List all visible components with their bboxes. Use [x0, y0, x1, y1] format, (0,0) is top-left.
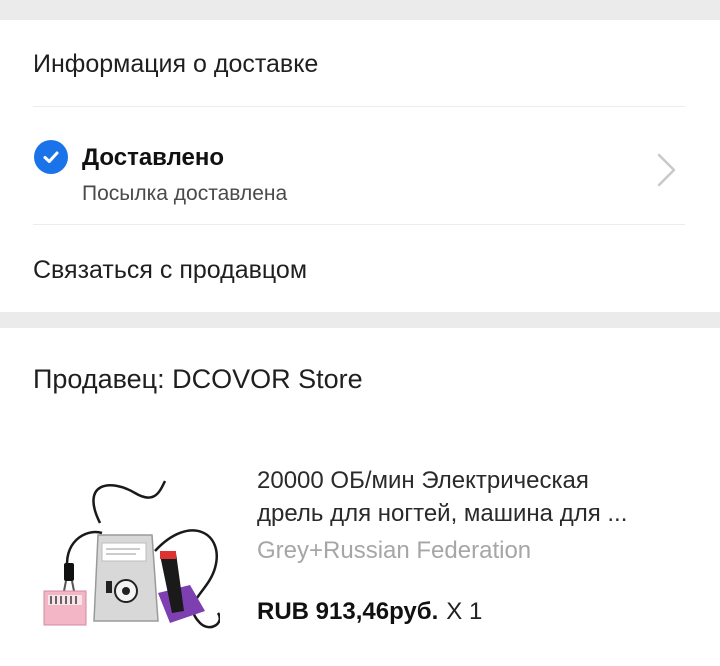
delivery-status-subtitle: Посылка доставлена — [82, 182, 288, 205]
check-circle-icon — [34, 140, 68, 174]
chevron-right-icon[interactable] — [656, 152, 678, 193]
product-name-line2: дрель для ногтей, машина для ... — [257, 500, 628, 527]
divider — [33, 224, 685, 225]
product-quantity: X 1 — [446, 598, 483, 625]
delivery-info-card: Информация о доставке Доставлено Посылка… — [0, 20, 720, 312]
product-name[interactable]: 20000 ОБ/мин Электрическая дрель для ног… — [257, 464, 687, 530]
product-image[interactable] — [40, 473, 220, 643]
product-name-line1: 20000 ОБ/мин Электрическая — [257, 467, 589, 494]
price-row: RUB 913,46руб. X 1 — [257, 598, 482, 626]
contact-seller-link[interactable]: Связаться с продавцом — [33, 256, 307, 285]
seller-heading[interactable]: Продавец: DCOVOR Store — [33, 364, 363, 395]
delivery-info-heading: Информация о доставке — [33, 50, 319, 78]
product-price: RUB 913,46руб. — [257, 598, 439, 625]
seller-card: Продавец: DCOVOR Store 20000 ОБ/мин Элек… — [0, 328, 720, 666]
product-variant: Grey+Russian Federation — [257, 537, 532, 564]
delivery-status-title: Доставлено — [82, 144, 225, 171]
divider — [33, 106, 685, 107]
